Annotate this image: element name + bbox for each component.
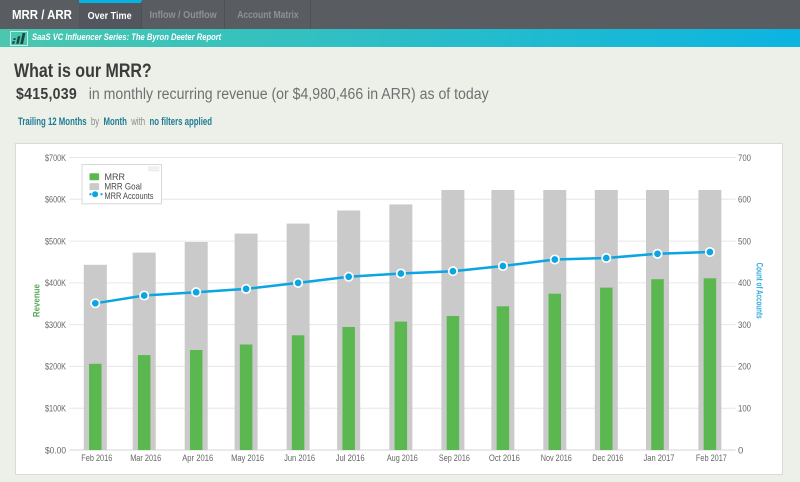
svg-text:500: 500 [738, 236, 751, 247]
svg-text:700: 700 [738, 153, 751, 164]
svg-text:600: 600 [738, 195, 751, 206]
svg-text:$700K: $700K [45, 153, 66, 164]
svg-text:Aug 2016: Aug 2016 [387, 453, 418, 464]
svg-text:$400K: $400K [45, 278, 66, 289]
svg-text:Jul 2016: Jul 2016 [336, 453, 365, 464]
svg-text:Count of Accounts: Count of Accounts [754, 263, 765, 319]
svg-text:$600K: $600K [45, 195, 66, 206]
svg-text:$0.00: $0.00 [45, 445, 66, 456]
svg-text:Apr 2016: Apr 2016 [182, 453, 213, 464]
svg-text:Jun 2016: Jun 2016 [284, 453, 315, 464]
svg-text:Mar 2016: Mar 2016 [130, 453, 161, 464]
svg-text:Nov 2016: Nov 2016 [541, 453, 572, 464]
svg-text:0: 0 [738, 445, 743, 456]
svg-text:400: 400 [738, 278, 751, 289]
svg-text:Oct 2016: Oct 2016 [489, 453, 520, 464]
svg-text:Dec 2016: Dec 2016 [592, 453, 623, 464]
svg-text:300: 300 [738, 320, 751, 331]
svg-text:$100K: $100K [45, 404, 66, 415]
svg-text:Feb 2016: Feb 2016 [81, 453, 112, 464]
svg-text:$300K: $300K [45, 320, 66, 331]
svg-text:$200K: $200K [45, 362, 66, 373]
svg-text:200: 200 [738, 362, 751, 373]
svg-text:Revenue: Revenue [32, 284, 43, 317]
svg-text:Jan 2017: Jan 2017 [644, 453, 675, 464]
svg-text:MRR Accounts: MRR Accounts [105, 191, 154, 201]
svg-text:Feb 2017: Feb 2017 [696, 453, 727, 464]
svg-text:MRR: MRR [105, 172, 126, 182]
svg-text:100: 100 [738, 404, 751, 415]
svg-text:$500K: $500K [45, 236, 66, 247]
svg-text:May 2016: May 2016 [231, 453, 264, 464]
svg-text:Sep 2016: Sep 2016 [439, 453, 470, 464]
